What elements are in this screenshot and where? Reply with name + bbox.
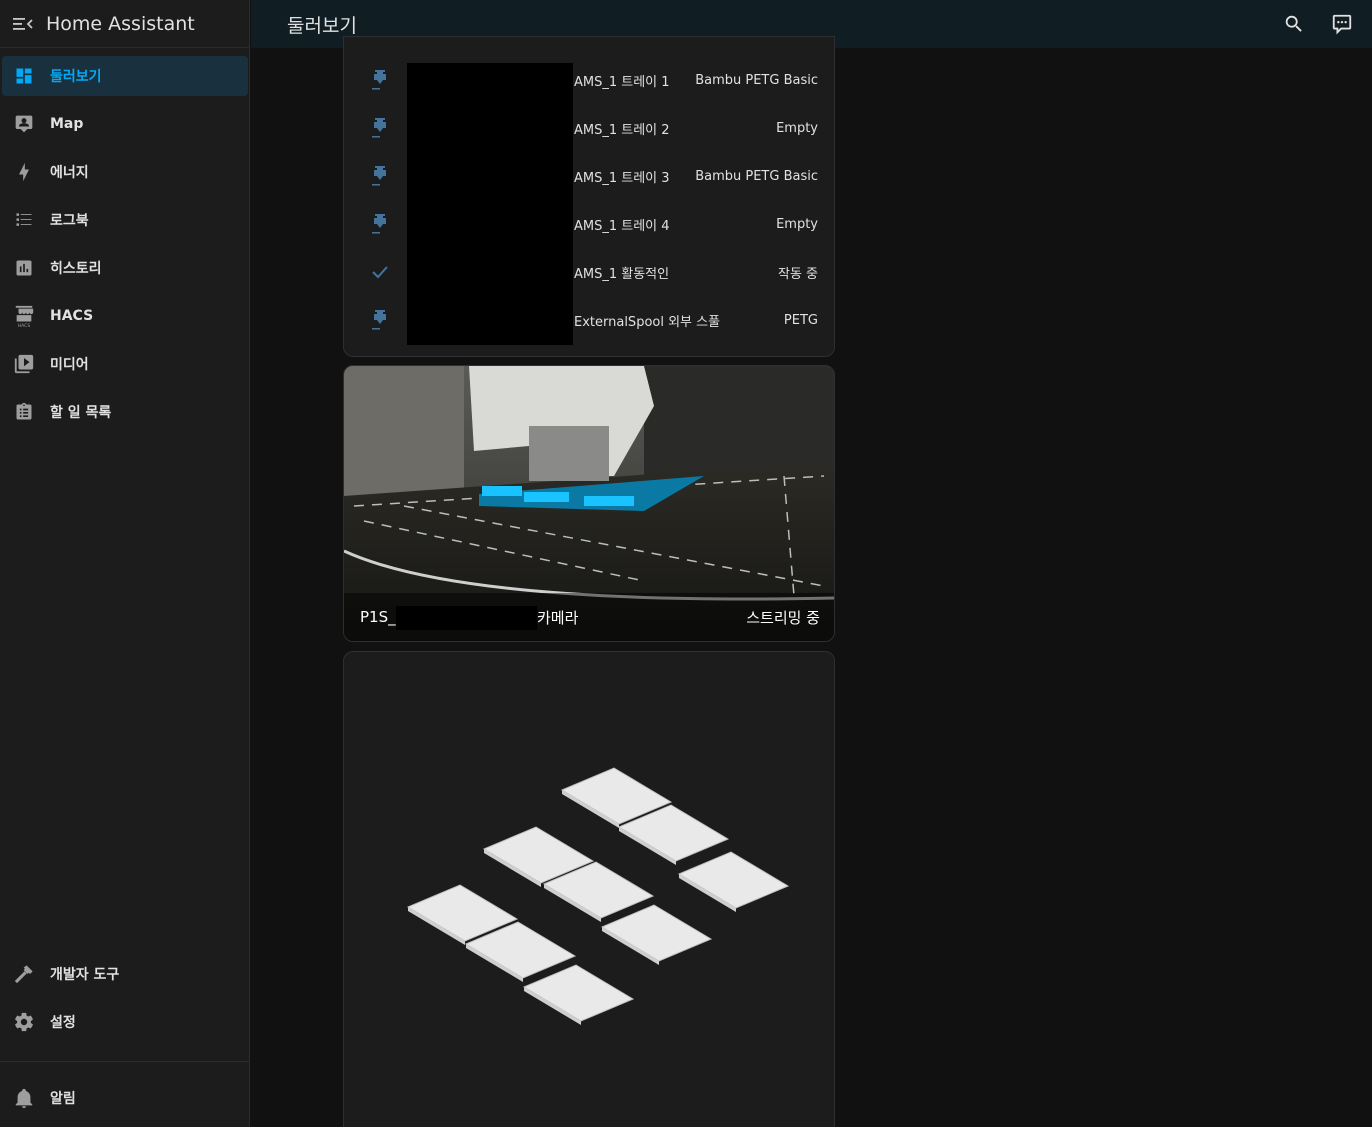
camera-state: 스트리밍 중 (746, 608, 820, 627)
sidebar-item-hacs[interactable]: HACS HACS (2, 296, 248, 336)
assist-chat-icon[interactable] (1322, 4, 1362, 44)
lightning-bolt-icon (2, 162, 46, 182)
entity-state: 작동 중 (777, 266, 818, 282)
sidebar-item-label: 둘러보기 (50, 69, 102, 85)
entity-name: AMS_1 트레이 2 (574, 122, 670, 138)
print-preview-image (406, 767, 790, 1025)
app-title: Home Assistant (46, 12, 195, 35)
sidebar-item-label: Map (50, 116, 84, 132)
sidebar-item-label: 알림 (50, 1091, 76, 1107)
check-icon (368, 260, 392, 284)
sidebar-item-label: 설정 (50, 1015, 76, 1031)
logbook-icon (2, 210, 46, 230)
sidebar-bottom-nav: 개발자 도구 설정 (0, 950, 250, 1050)
sidebar-item-label: 개발자 도구 (50, 967, 120, 983)
entity-name: AMS_1 활동적인 (574, 266, 670, 282)
sidebar: Home Assistant 둘러보기 Map 에너지 로그북 히스토리 HAC… (0, 0, 250, 1127)
entity-state: Empty (776, 120, 818, 136)
sidebar-item-energy[interactable]: 에너지 (2, 152, 248, 192)
history-chart-icon (2, 258, 46, 278)
page-title: 둘러보기 (287, 14, 357, 37)
sidebar-item-label: 미디어 (50, 357, 89, 373)
sidebar-nav: 둘러보기 Map 에너지 로그북 히스토리 HACS HACS 미디어 할 일 … (0, 52, 250, 440)
entity-state: PETG (783, 312, 818, 328)
entity-name: AMS_1 트레이 1 (574, 74, 670, 90)
entity-state: Empty (776, 216, 818, 232)
sidebar-item-label: 로그북 (50, 213, 89, 229)
printer-3d-nozzle-icon (368, 308, 392, 332)
sidebar-item-label: 할 일 목록 (50, 405, 112, 421)
media-play-icon (2, 353, 46, 375)
printer-3d-nozzle-icon (368, 212, 392, 236)
sidebar-item-logbook[interactable]: 로그북 (2, 200, 248, 240)
printer-3d-nozzle-icon (368, 68, 392, 92)
sidebar-item-media[interactable]: 미디어 (2, 344, 248, 384)
sidebar-item-overview[interactable]: 둘러보기 (2, 56, 248, 96)
sidebar-item-developer-tools[interactable]: 개발자 도구 (2, 954, 248, 994)
bell-icon (2, 1087, 46, 1109)
todo-clipboard-icon (2, 401, 46, 423)
printer-3d-nozzle-icon (368, 116, 392, 140)
sidebar-item-label: 에너지 (50, 165, 89, 181)
entity-state: Bambu PETG Basic (695, 168, 818, 184)
svg-text:HACS: HACS (18, 323, 31, 328)
search-icon[interactable] (1274, 4, 1314, 44)
entity-name: AMS_1 트레이 4 (574, 218, 670, 234)
sidebar-item-history[interactable]: 히스토리 (2, 248, 248, 288)
hacs-store-icon: HACS (2, 304, 46, 328)
entity-name: ExternalSpool 외부 스풀 (574, 314, 721, 330)
menu-toggle-icon[interactable] (0, 4, 46, 44)
redaction-block (407, 63, 573, 345)
map-icon (2, 114, 46, 134)
printer-3d-nozzle-icon (368, 164, 392, 188)
camera-card[interactable]: P1S_ 카메라 스트리밍 중 (343, 365, 835, 642)
sidebar-item-map[interactable]: Map (2, 104, 248, 144)
sidebar-notifications: 알림 (0, 1074, 250, 1126)
hammer-icon (2, 963, 46, 985)
sidebar-item-settings[interactable]: 설정 (2, 1002, 248, 1042)
sidebar-item-label: 히스토리 (50, 261, 102, 277)
top-actions (1266, 4, 1362, 44)
sidebar-header: Home Assistant (0, 0, 249, 48)
sidebar-item-todo[interactable]: 할 일 목록 (2, 392, 248, 432)
sidebar-divider (0, 1061, 250, 1062)
entity-state: Bambu PETG Basic (695, 72, 818, 88)
dashboard-icon (2, 66, 46, 86)
sidebar-item-notifications[interactable]: 알림 (2, 1078, 248, 1118)
sidebar-item-label: HACS (50, 308, 94, 324)
entities-card: AMS_1 트레이 1 Bambu PETG Basic AMS_1 트레이 2… (343, 36, 835, 357)
camera-footer: P1S_ 카메라 스트리밍 중 (344, 593, 834, 641)
gear-icon (2, 1011, 46, 1033)
camera-name-suffix: 카메라 (537, 608, 579, 627)
app-root: Home Assistant 둘러보기 Map 에너지 로그북 히스토리 HAC… (0, 0, 1372, 1127)
entity-name: AMS_1 트레이 3 (574, 170, 670, 186)
print-preview-card (343, 651, 835, 1127)
camera-name-prefix: P1S_ (360, 608, 396, 626)
redaction-block (396, 606, 537, 630)
